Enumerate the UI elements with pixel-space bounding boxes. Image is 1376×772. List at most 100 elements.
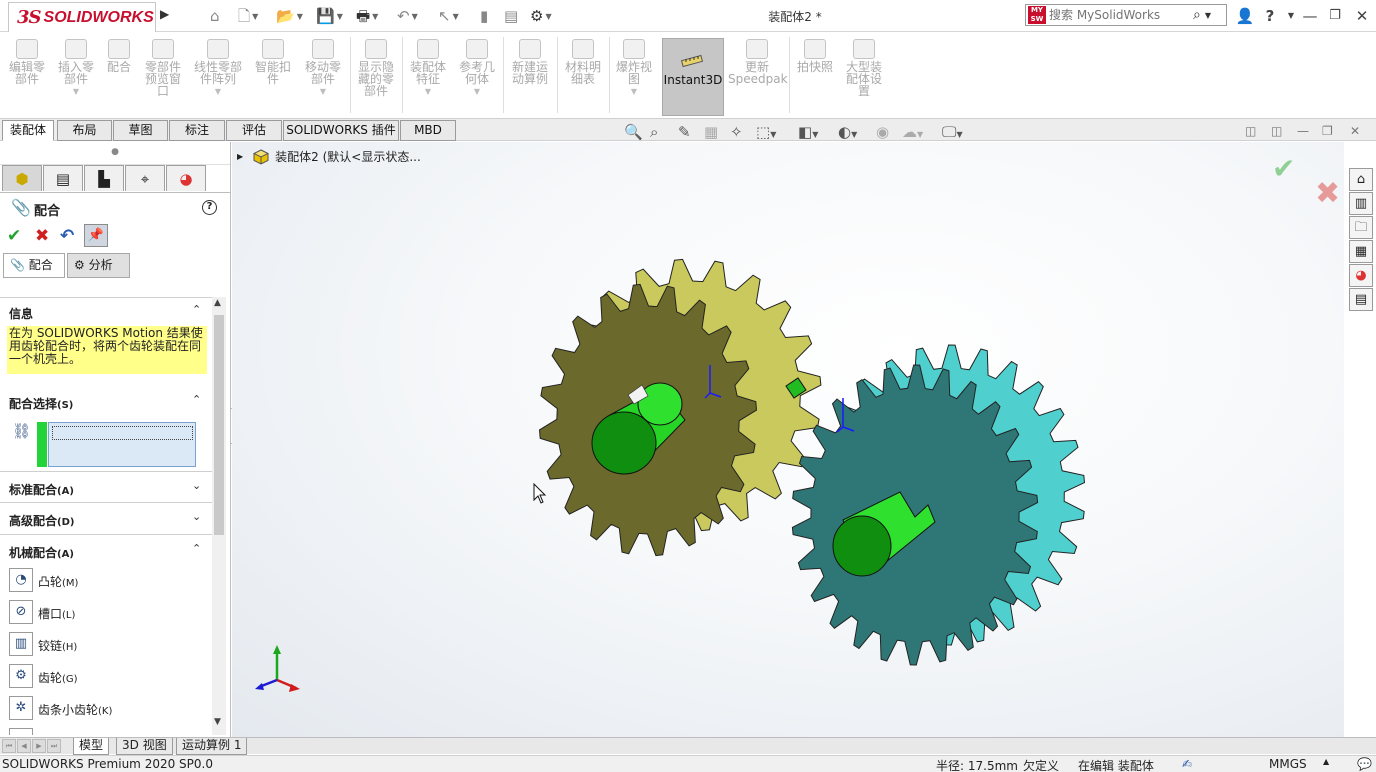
tile-right-icon[interactable]: ◫ — [1271, 124, 1282, 138]
panel-drag-handle[interactable]: ● — [0, 142, 230, 165]
search-dropdown-icon[interactable]: ▼ — [1205, 11, 1211, 20]
reference-triad[interactable] — [255, 645, 300, 692]
new-document-icon[interactable]: 🗋 ▼ — [238, 6, 258, 26]
options-gear-icon[interactable]: ⚙ ▼ — [530, 6, 552, 26]
tab-assembly[interactable]: 装配体 — [2, 120, 54, 141]
tab-configuration-manager[interactable]: ▙ — [84, 165, 124, 191]
custom-properties-icon[interactable]: ▤ — [1349, 288, 1373, 311]
mate-selection-group-header[interactable]: 配合选择(S) ⌃ — [0, 388, 213, 416]
edit-appearance-icon[interactable]: ◉ — [876, 122, 889, 142]
close-icon[interactable]: ✕ — [1350, 5, 1374, 27]
right-gear[interactable] — [785, 344, 1086, 666]
zoom-to-area-icon[interactable]: ⌕ — [650, 122, 658, 142]
advanced-mates-group-header[interactable]: 高级配合(D) ⌄ — [0, 503, 213, 535]
home-icon[interactable]: ⌂ — [210, 6, 220, 26]
tab-display-manager[interactable]: ◕ — [166, 165, 206, 191]
new-motion-study-button[interactable]: 新建运 动算例 — [506, 39, 554, 85]
component-preview-window-button[interactable]: 零部件 预览窗口 — [139, 39, 187, 97]
mate-hinge-option[interactable]: ▥ 铰链(H) — [0, 629, 213, 661]
tab-evaluate[interactable]: 评估 — [226, 120, 282, 141]
print-icon[interactable]: 🖶 ▼ — [356, 6, 378, 26]
next-tab-icon[interactable]: ▶ — [32, 739, 46, 753]
tab-dimxpert[interactable]: ⌖ — [125, 165, 165, 191]
help-icon[interactable]: ? — [202, 200, 217, 215]
cancel-x-icon[interactable]: ✖ — [35, 226, 49, 246]
section-view-icon[interactable]: ▦ — [704, 122, 718, 142]
exploded-view-button[interactable]: 爆炸视图 ▼ — [611, 39, 657, 98]
mate-gear-option[interactable]: ⚙ 齿轮(G) — [0, 661, 213, 693]
tab-model[interactable]: 模型 — [73, 738, 110, 755]
hide-show-items-icon[interactable]: ◐▼ — [838, 122, 857, 142]
tab-solidworks-addins[interactable]: SOLIDWORKS 插件 — [283, 120, 399, 141]
user-icon[interactable]: 👤 — [1233, 5, 1257, 27]
info-group-header[interactable]: 信息 ⌃ — [0, 298, 213, 326]
tile-left-icon[interactable]: ◫ — [1245, 124, 1256, 138]
apply-scene-icon[interactable]: ☁▼ — [902, 122, 923, 142]
save-icon[interactable]: 💾 ▼ — [316, 6, 343, 26]
mate-slot-option[interactable]: ⊘ 槽口(L) — [0, 597, 213, 629]
mechanical-mates-group-header[interactable]: 机械配合(A) ⌃ — [0, 535, 213, 565]
tab-property-manager[interactable]: ▤ — [43, 165, 83, 191]
mate-cam-option[interactable]: ◔ 凸轮(M) — [0, 565, 213, 597]
chevron-up-icon[interactable]: ⌃ — [192, 542, 201, 555]
previous-view-icon[interactable]: ✎ — [678, 122, 691, 142]
view-orientation-icon[interactable]: ⬚▼ — [756, 122, 776, 142]
scrollbar-thumb[interactable] — [214, 315, 224, 535]
tab-3d-views[interactable]: 3D 视图 — [116, 738, 173, 755]
ok-check-icon[interactable]: ✔ — [7, 226, 21, 246]
doc-close-icon[interactable]: ✕ — [1350, 124, 1360, 138]
smart-fasteners-button[interactable]: 智能扣件 — [250, 39, 296, 85]
design-library-icon[interactable]: ▥ — [1349, 192, 1373, 215]
minimize-icon[interactable]: — — [1298, 5, 1322, 27]
edit-component-button[interactable]: 编辑零 部件 — [4, 39, 50, 85]
panel-scrollbar[interactable]: ▲ ▼ — [212, 297, 226, 735]
mate-button[interactable]: 配合 — [102, 39, 136, 73]
display-style-icon[interactable]: ◧▼ — [798, 122, 818, 142]
tab-mbd[interactable]: MBD — [400, 120, 456, 141]
subtab-analysis[interactable]: ⚙ 分析 — [67, 253, 130, 278]
update-speedpak-button[interactable]: 更新 Speedpak — [728, 39, 788, 85]
file-explorer-icon[interactable]: 🗀 — [1349, 216, 1373, 239]
file-properties-icon[interactable]: ▤ — [504, 6, 518, 26]
search-icon[interactable]: ⌕ — [1193, 7, 1201, 23]
rebuild-icon[interactable]: ▮ — [480, 6, 488, 26]
solidworks-logo[interactable]: 3S SOLIDWORKS — [8, 2, 156, 32]
chevron-down-icon[interactable]: ⌄ — [192, 510, 201, 523]
unit-system[interactable]: MMGS — [1269, 757, 1307, 771]
rebuild-status-icon[interactable]: ✍ — [1182, 757, 1192, 771]
prev-tab-icon[interactable]: ◀ — [17, 739, 31, 753]
search-box[interactable]: MYSW ⌕ ▼ — [1025, 4, 1227, 26]
first-tab-icon[interactable]: ⏮ — [2, 739, 16, 753]
tab-motion-study-1[interactable]: 运动算例 1 — [176, 738, 248, 755]
undo-icon[interactable]: ↶ ▼ — [397, 6, 418, 26]
menu-expand-icon[interactable]: ▶ — [160, 7, 174, 25]
subtab-mates[interactable]: 📎 配合 — [3, 253, 65, 278]
large-assembly-settings-button[interactable]: 大型装 配体设置 — [840, 39, 888, 97]
instant3d-button[interactable]: Instant3D — [662, 38, 724, 116]
tab-annotation[interactable]: 标注 — [169, 120, 225, 141]
pin-icon[interactable]: 📌 — [84, 224, 108, 247]
tab-feature-tree[interactable]: ⬢ — [2, 165, 42, 191]
unit-system-dropdown-icon[interactable]: ▲ — [1323, 757, 1329, 766]
chevron-up-icon[interactable]: ⌃ — [192, 303, 201, 316]
search-input[interactable] — [1049, 8, 1189, 22]
graphics-area[interactable]: ▶ 装配体2 (默认<显示状态... ✔ ✖ — [232, 142, 1344, 737]
doc-minimize-icon[interactable]: — — [1297, 124, 1309, 138]
move-component-button[interactable]: 移动零 部件 ▼ — [300, 39, 346, 98]
chevron-down-icon[interactable]: ⌄ — [192, 479, 201, 492]
quick-tips-icon[interactable]: 💬 — [1357, 757, 1372, 771]
appearances-icon[interactable]: ◕ — [1349, 264, 1373, 287]
tab-layout[interactable]: 布局 — [57, 120, 112, 141]
mate-screw-option[interactable]: ⏷ 螺旋(S) — [0, 725, 213, 735]
linear-component-pattern-button[interactable]: 线性零部 件阵列 ▼ — [190, 39, 246, 98]
entities-selection-box[interactable] — [48, 422, 196, 467]
view-settings-icon[interactable]: 🖵▼ — [942, 122, 963, 142]
insert-component-button[interactable]: 插入零 部件 ▼ — [53, 39, 99, 98]
select-icon[interactable]: ↖ ▼ — [438, 6, 459, 26]
standard-mates-group-header[interactable]: 标准配合(A) ⌄ — [0, 471, 213, 503]
dynamic-annotation-icon[interactable]: ✧ — [730, 122, 743, 142]
show-hidden-components-button[interactable]: 显示隐 藏的零 部件 — [353, 39, 399, 97]
zoom-to-fit-icon[interactable]: 🔍 — [624, 122, 643, 142]
left-gear[interactable] — [538, 258, 822, 557]
view-palette-icon[interactable]: ▦ — [1349, 240, 1373, 263]
